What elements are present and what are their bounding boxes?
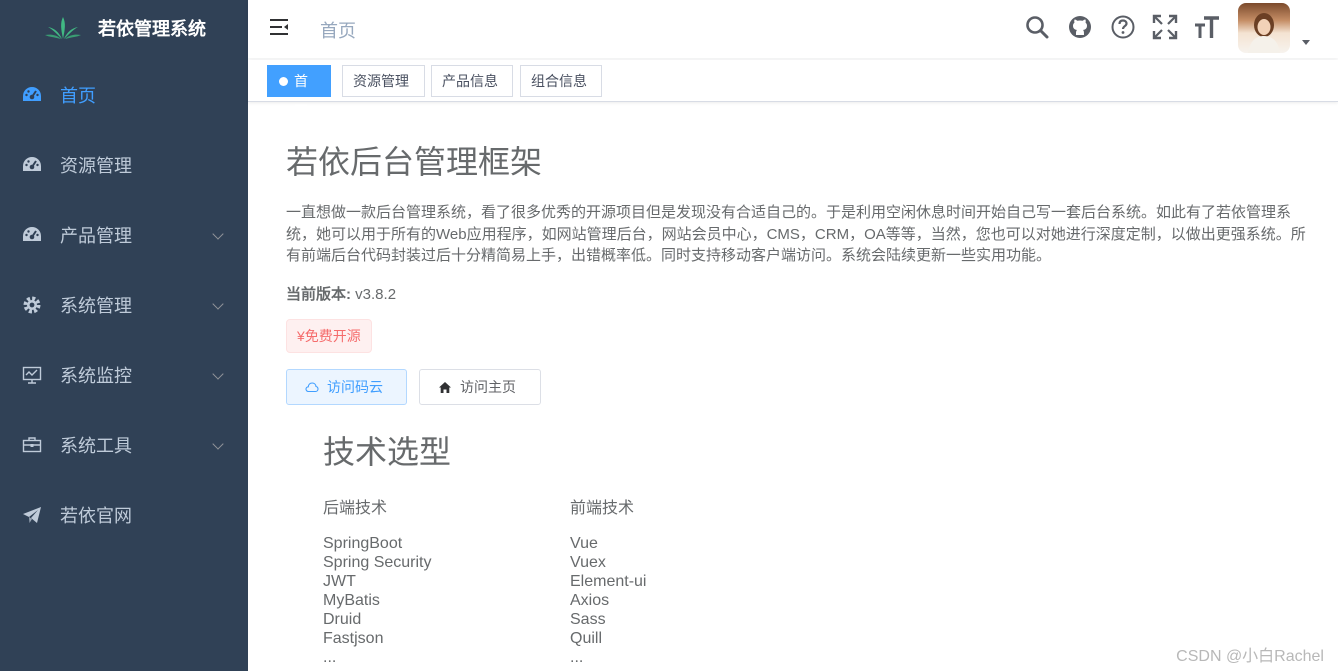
sidebar-item-label: 产品管理 (60, 226, 132, 246)
tags-view: 首页 资源管理 产品信息 组合信息 (248, 60, 1338, 119)
chevron-down-icon (212, 228, 224, 240)
monitor-icon (22, 365, 42, 385)
dashboard-icon (22, 155, 42, 175)
sidebar-item-label: 首页 (60, 86, 96, 106)
list-item: Sass (570, 611, 606, 628)
fullscreen-icon[interactable] (1152, 14, 1180, 42)
sidebar-item-label: 若依官网 (60, 506, 132, 526)
tag-home[interactable]: 首页 (267, 65, 331, 119)
version-value: v3.8.2 (355, 286, 397, 303)
frontend-title: 前端技术 (570, 500, 635, 517)
sidebar-item-products[interactable]: 产品管理 (0, 200, 248, 270)
list-item: Vue (570, 535, 598, 552)
page-title: 若依后台管理框架 (286, 144, 543, 180)
font-size-icon[interactable] (1194, 14, 1222, 42)
sidebar-item-system[interactable]: 系统管理 (0, 270, 248, 340)
github-icon[interactable] (1067, 14, 1095, 42)
visit-gitee-label: 访问码云 (327, 379, 383, 395)
paper-plane-icon (22, 505, 42, 525)
list-item: Element-ui (570, 573, 647, 590)
tech-stack-title: 技术选型 (323, 434, 452, 470)
logo-icon (45, 17, 81, 39)
question-icon[interactable] (1110, 14, 1138, 42)
version-label: 当前版本: (286, 286, 351, 303)
chevron-down-icon (212, 298, 224, 310)
intro-text: 一直想做一款后台管理系统，看了很多优秀的开源项目但是发现没有合适自己的。于是利用… (286, 204, 1306, 264)
sidebar-item-label: 系统工具 (60, 436, 132, 456)
version-line: 当前版本: v3.8.2 (286, 283, 396, 304)
search-icon[interactable] (1024, 14, 1052, 42)
logo-title: 若依管理系统 (98, 19, 206, 39)
chevron-down-icon (212, 438, 224, 450)
tag-product-info[interactable]: 产品信息 (431, 65, 513, 97)
list-item: JWT (323, 573, 356, 590)
sidebar-item-resources[interactable]: 资源管理 (0, 130, 248, 200)
gear-icon (22, 295, 42, 315)
tag-resources[interactable]: 资源管理 (342, 65, 425, 97)
sidebar-item-monitor[interactable]: 系统监控 (0, 340, 248, 410)
home-icon (439, 381, 451, 393)
visit-gitee-button[interactable]: 访问码云 (286, 369, 407, 405)
chevron-down-icon (212, 368, 224, 380)
navbar: 首页 (248, 0, 1338, 58)
backend-list: SpringBoot Spring Security JWT MyBatis D… (323, 534, 432, 667)
sidebar-item-label: 系统监控 (60, 366, 132, 386)
cloud-icon (305, 382, 319, 393)
sidebar-item-website[interactable]: 若依官网 (0, 480, 248, 550)
list-item: Fastjson (323, 630, 384, 647)
visit-homepage-label: 访问主页 (460, 379, 516, 395)
dashboard-icon (22, 225, 42, 245)
sidebar-item-label: 资源管理 (60, 156, 132, 176)
sidebar-menu: 首页 资源管理 产品管理 系统管理 系统监控 系统工具 若依官网 (0, 60, 248, 550)
list-item: Quill (570, 630, 603, 647)
list-item: MyBatis (323, 592, 380, 609)
sidebar-item-home[interactable]: 首页 (0, 60, 248, 130)
frontend-list: Vue Vuex Element-ui Axios Sass Quill ... (570, 534, 646, 667)
watermark: CSDN @小白Rachel (1176, 648, 1324, 665)
logo[interactable]: 若依管理系统 (0, 0, 248, 56)
hamburger-icon[interactable] (268, 16, 292, 40)
list-item: Vuex (570, 554, 606, 571)
breadcrumb[interactable]: 首页 (320, 17, 356, 43)
list-item: Spring Security (323, 554, 432, 571)
toolbox-icon (22, 435, 42, 455)
list-item: SpringBoot (323, 535, 403, 552)
list-item: ... (570, 649, 584, 666)
sidebar-item-tools[interactable]: 系统工具 (0, 410, 248, 480)
backend-title: 后端技术 (323, 500, 388, 517)
visit-homepage-button[interactable]: 访问主页 (419, 369, 541, 405)
avatar[interactable] (1238, 3, 1290, 53)
list-item: Druid (323, 611, 362, 628)
sidebar-item-label: 系统管理 (60, 296, 132, 316)
list-item: Axios (570, 592, 610, 609)
caret-down-icon[interactable] (1302, 40, 1310, 45)
dashboard-icon (22, 85, 42, 105)
list-item: ... (323, 649, 337, 666)
free-open-source-tag: ¥免费开源 (286, 319, 372, 353)
main-content: 若依后台管理框架 一直想做一款后台管理系统，看了很多优秀的开源项目但是发现没有合… (248, 103, 1338, 671)
sidebar: 若依管理系统 首页 资源管理 产品管理 系统管理 系统监控 系统工具 若依官网 (0, 0, 248, 671)
tag-combo-info[interactable]: 组合信息 (520, 65, 602, 97)
